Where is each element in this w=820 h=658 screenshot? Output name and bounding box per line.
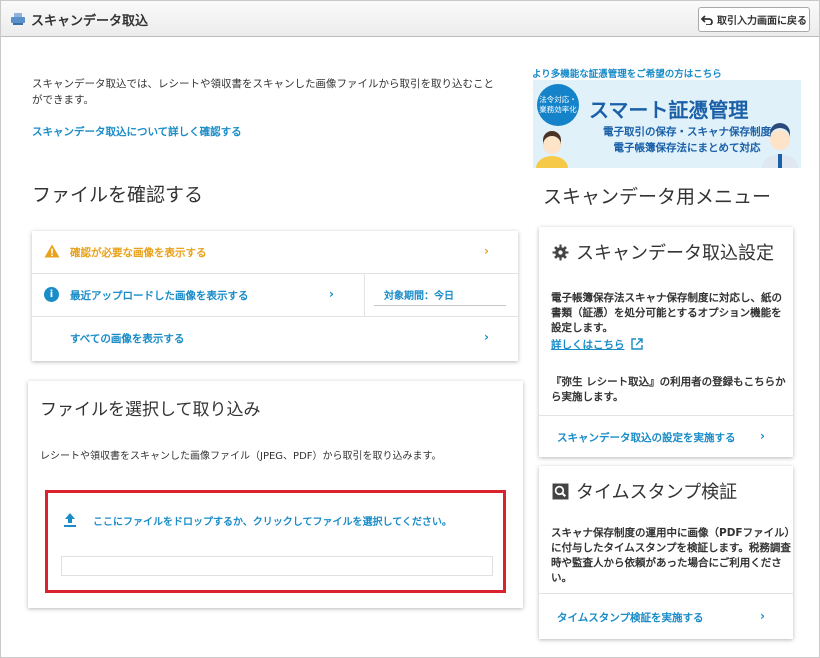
banner-title: スマート証憑管理 — [589, 98, 749, 122]
warning-icon — [44, 244, 60, 258]
magnifier-document-icon — [552, 483, 569, 500]
woman-illustration — [536, 131, 568, 168]
intro-text: スキャンデータ取込では、レシートや領収書をスキャンした画像ファイルから取引を取り… — [32, 78, 494, 106]
divider — [539, 593, 793, 594]
timestamp-card: タイムスタンプ検証 スキャナ保存制度の運用中に画像（PDFファイル）に付与したタ… — [539, 466, 793, 639]
scan-settings-card: スキャンデータ取込設定 電子帳簿保存法スキャナ保存制度に対応し、紙の書類（証憑）… — [539, 227, 793, 457]
page-title: スキャンデータ取込 — [31, 14, 149, 29]
file-upload-card: ファイルを選択して取り込み レシートや領収書をスキャンした画像ファイル（JPEG… — [28, 381, 523, 608]
upload-icon — [64, 513, 76, 527]
file-drop-zone[interactable]: ここにファイルをドロップするか、クリックしてファイルを選択してください。 — [45, 490, 506, 593]
divider — [32, 316, 518, 317]
scanner-icon — [11, 13, 25, 25]
divider — [32, 273, 518, 274]
drop-zone-label[interactable]: ここにファイルをドロップするか、クリックしてファイルを選択してください。 — [93, 513, 452, 528]
timestamp-description: スキャナ保存制度の運用中に画像（PDFファイル）に付与したタイムスタンプを検証し… — [551, 527, 791, 584]
run-scan-settings-link[interactable]: スキャンデータ取込の設定を実施する — [557, 430, 736, 445]
timestamp-title: タイムスタンプ検証 — [576, 482, 738, 503]
upload-description: レシートや領収書をスキャンした画像ファイル（JPEG、PDF）から取引を取り込み… — [40, 451, 442, 462]
details-link-label[interactable]: 詳しくはこちら — [551, 339, 625, 351]
scan-settings-description: 電子帳簿保存法スキャナ保存制度に対応し、紙の書類（証憑）を処分可能とするオプショ… — [551, 292, 782, 334]
scan-import-details-link[interactable]: スキャンデータ取込について詳しく確認する — [32, 124, 242, 139]
back-button-label: 取引入力画面に戻る — [717, 16, 807, 27]
chevron-right-icon: › — [484, 330, 489, 344]
title-bar: スキャンデータ取込 取引入力画面に戻る — [1, 1, 819, 37]
promo-link[interactable]: より多機能な証憑管理をご希望の方はこちら — [532, 66, 722, 80]
external-link-icon — [631, 338, 643, 350]
all-images-link[interactable]: すべての画像を表示する — [70, 331, 184, 346]
return-arrow-icon — [701, 14, 713, 25]
scan-settings-description-2: 『弥生 レシート取込』の利用者の登録もこちらから実施します。 — [551, 376, 786, 403]
details-link[interactable]: 詳しくはこちら — [551, 337, 643, 352]
check-files-heading: ファイルを確認する — [32, 184, 204, 206]
man-illustration — [762, 123, 798, 168]
period-select[interactable]: 対象期間：今日 — [384, 287, 454, 302]
chevron-right-icon: › — [484, 244, 489, 258]
divider — [539, 415, 793, 416]
check-files-card: 確認が必要な画像を表示する › i 最近アップロードした画像を表示する › 対象… — [32, 231, 518, 361]
chevron-right-icon: › — [760, 609, 765, 623]
period-underline — [374, 305, 506, 306]
banner-badge: 法令対応・業務効率化 — [537, 84, 579, 126]
gear-icon — [552, 244, 569, 261]
scan-settings-title: スキャンデータ取込設定 — [576, 243, 774, 264]
info-icon: i — [44, 287, 59, 302]
file-input-field[interactable] — [61, 556, 493, 576]
back-to-entry-button[interactable]: 取引入力画面に戻る — [698, 7, 810, 32]
chevron-right-icon: › — [760, 429, 765, 443]
scan-menu-heading: スキャンデータ用メニュー — [543, 186, 772, 208]
recent-uploads-link[interactable]: 最近アップロードした画像を表示する — [70, 288, 249, 303]
upload-title: ファイルを選択して取り込み — [40, 400, 261, 420]
divider — [364, 273, 365, 316]
chevron-right-icon: › — [329, 287, 334, 301]
smart-voucher-banner[interactable]: 法令対応・業務効率化 スマート証憑管理 電子取引の保存・スキャナ保存制度 電子帳… — [533, 80, 801, 168]
run-timestamp-link[interactable]: タイムスタンプ検証を実施する — [557, 610, 703, 625]
needs-review-images-link[interactable]: 確認が必要な画像を表示する — [70, 245, 207, 260]
